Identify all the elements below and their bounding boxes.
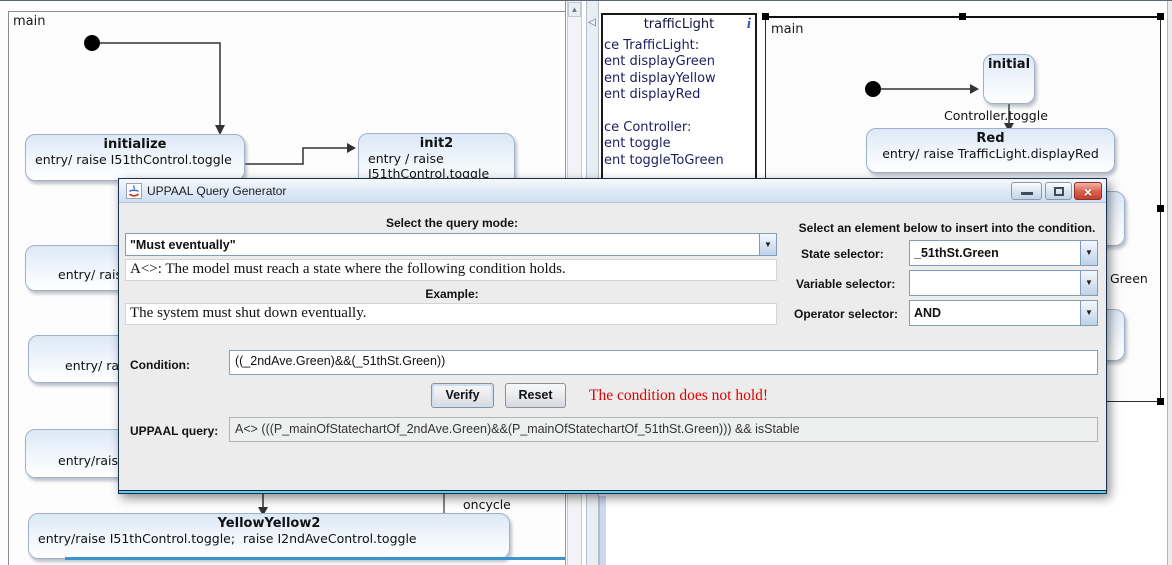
query-mode-dropdown-arrow[interactable]: ▼ (759, 234, 776, 255)
state-yellowyellow2[interactable]: YellowYellow2 entry/raise I51thControl.t… (28, 513, 510, 559)
chevron-down-icon: ▼ (1085, 308, 1093, 318)
state-title: Red (976, 131, 1005, 146)
verify-button[interactable]: Verify (431, 383, 494, 408)
screen: main initialize entry/ raise I51thContro… (0, 0, 1172, 565)
state-selector-dropdown-arrow[interactable]: ▼ (1080, 241, 1097, 265)
selection-handle[interactable] (1157, 205, 1164, 212)
declaration-line: ent toggle (604, 136, 671, 152)
query-mode-combobox[interactable]: "Must eventually" ▼ (125, 233, 777, 256)
state-title: YellowYellow2 (217, 516, 321, 531)
example-label: Example: (425, 287, 479, 301)
splitter-collapse-icon[interactable]: ◁ (588, 17, 596, 28)
region-label: main (13, 14, 46, 29)
chevron-down-icon: ▼ (1085, 248, 1093, 258)
uppaal-query-field: A<> (((P_mainOfStatechartOf_2ndAve.Green… (229, 417, 1098, 442)
reset-button[interactable]: Reset (505, 383, 566, 408)
variable-selector-dropdown-arrow[interactable]: ▼ (1080, 271, 1097, 295)
restore-button[interactable] (1045, 182, 1072, 200)
restore-icon (1053, 186, 1064, 196)
state-title: initial (987, 57, 1031, 72)
splitter-lower-strip (599, 496, 606, 565)
selection-handle[interactable] (1157, 13, 1164, 20)
declaration-line: ce TrafficLight: (604, 38, 700, 53)
query-mode-value: "Must eventually" (130, 237, 236, 252)
query-mode-label: Select the query mode: (385, 216, 519, 230)
java-icon (126, 183, 142, 199)
operator-selector-combobox[interactable]: AND ▼ (909, 300, 1098, 326)
condition-input[interactable]: ((_2ndAve.Green)&&(_51thSt.Green)) (229, 350, 1098, 375)
query-mode-description: A<>: The model must reach a state where … (125, 259, 777, 281)
declaration-line (603, 104, 755, 120)
selection-handle[interactable] (762, 13, 769, 20)
result-message: The condition does not hold! (589, 387, 769, 404)
state-title: init2 (419, 136, 454, 151)
state-selector-combobox[interactable]: _51thSt.Green ▼ (909, 240, 1098, 266)
operator-selector-label: Operator selector: (794, 307, 899, 321)
state-selector-value: _51thSt.Green (914, 246, 999, 260)
declaration-line: ce Controller: (604, 120, 692, 136)
selection-handle[interactable] (1157, 398, 1164, 405)
right-screen-scrollbar[interactable] (1167, 1, 1172, 565)
dialog-titlebar[interactable]: UPPAAL Query Generator × (119, 179, 1106, 203)
oncycle-transition-label: oncycle (463, 497, 511, 512)
close-icon: × (1083, 184, 1093, 200)
region-label: main (771, 22, 804, 37)
info-icon[interactable]: i (747, 16, 751, 33)
chevron-down-icon: ▼ (764, 239, 772, 249)
dialog-bottom-glow (119, 490, 1106, 493)
dialog-title: UPPAAL Query Generator (147, 184, 287, 198)
minimize-icon (1020, 192, 1033, 195)
declaration-line: ent toggleToGreen (604, 152, 724, 168)
scroll-up-icon[interactable]: ▲ (568, 2, 581, 17)
state-entry: entry/ raise TrafficLight.displayRed (882, 146, 1099, 161)
state-title: initialize (103, 137, 167, 152)
chevron-down-icon: ▼ (1085, 278, 1093, 288)
uppaal-query-generator-dialog[interactable]: UPPAAL Query Generator × Select the quer… (118, 178, 1107, 494)
example-field: The system must shut down eventually. (125, 303, 777, 325)
variable-selector-combobox[interactable]: ▼ (909, 270, 1098, 296)
state-entry: entry/raise I51thControl.toggle; raise I… (38, 531, 417, 546)
selection-handle[interactable] (959, 13, 966, 20)
selection-highlight-line (65, 557, 565, 560)
operator-selector-dropdown-arrow[interactable]: ▼ (1080, 301, 1097, 325)
declaration-line: ent displayRed (604, 87, 701, 103)
state-initial[interactable]: initial (983, 54, 1035, 104)
insert-panel-header: Select an element below to insert into t… (798, 221, 1096, 235)
transition-label-controller-toggle: Controller.toggle (944, 108, 1048, 123)
state-red[interactable]: Red entry/ raise TrafficLight.displayRed (866, 128, 1115, 173)
state-entry: entry/ raise I51thControl.toggle (35, 152, 232, 167)
uppaal-query-label: UPPAAL query: (130, 424, 219, 438)
condition-label: Condition: (130, 358, 190, 372)
operator-selector-value: AND (914, 306, 942, 320)
declaration-line: ent displayGreen (604, 54, 715, 70)
declaration-title: trafficLight (643, 17, 715, 32)
minimize-button[interactable] (1011, 182, 1042, 200)
green-state-label: Green (1110, 271, 1148, 286)
state-initialize[interactable]: initialize entry/ raise I51thControl.tog… (25, 134, 245, 181)
state-selector-label: State selector: (801, 247, 884, 261)
declaration-line: ent displayYellow (604, 70, 716, 86)
close-button[interactable]: × (1074, 182, 1102, 200)
state-entry: entry / raise (368, 151, 444, 166)
variable-selector-label: Variable selector: (796, 277, 896, 291)
